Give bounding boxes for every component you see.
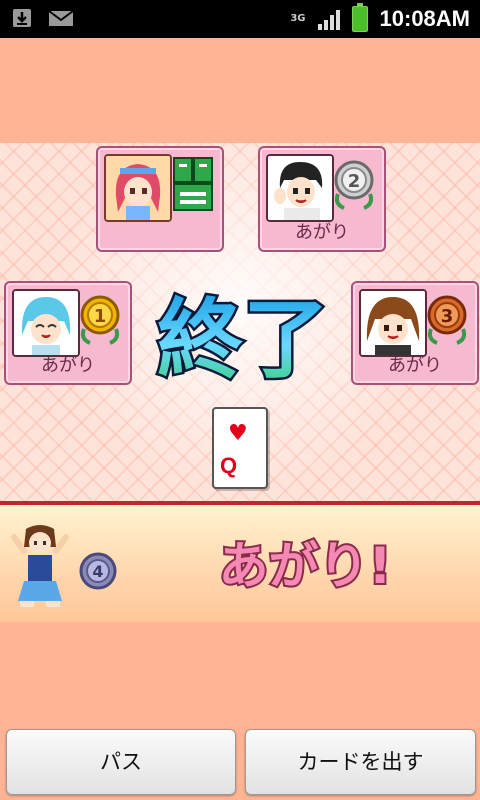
battery-icon xyxy=(351,3,368,32)
rank-number: 1 xyxy=(94,306,107,327)
opponent-panel-left: 1 あがり xyxy=(4,281,132,385)
network-type: 3G xyxy=(290,13,306,24)
rank-number: 2 xyxy=(348,171,361,192)
opponent-panel-top-left xyxy=(96,146,224,252)
opponent-avatar xyxy=(266,154,334,222)
opponent-avatar xyxy=(12,289,80,357)
opponent-avatar xyxy=(104,154,172,222)
rank-medal-icon: 3 xyxy=(425,293,469,345)
rank-number: 3 xyxy=(441,306,454,327)
opponent-avatar xyxy=(359,289,427,357)
top-band xyxy=(0,38,480,143)
self-status-label: あがり! xyxy=(219,537,392,595)
self-rank-badge: 4 xyxy=(78,551,118,591)
opponent-status: あがり xyxy=(41,355,95,376)
pass-mark-icon xyxy=(170,156,216,212)
self-status-text: あがり! xyxy=(200,525,410,601)
rank-medal-icon: 1 xyxy=(78,293,122,345)
pass-button[interactable]: パス xyxy=(6,729,236,795)
end-title-text: 終了 xyxy=(157,290,329,385)
mail-icon xyxy=(48,6,74,30)
play-card-button[interactable]: カードを出す xyxy=(245,729,476,795)
status-bar: 3G 10:08AM xyxy=(0,0,480,38)
opponent-panel-right: 3 あがり xyxy=(351,281,479,385)
opponent-status: あがり xyxy=(295,222,349,243)
game-end-title: 終了 xyxy=(148,285,338,393)
rank-medal-icon: 2 xyxy=(332,158,376,210)
opponent-status: あがり xyxy=(388,355,442,376)
download-icon xyxy=(10,6,34,30)
opponent-panel-top-right: 2 あがり xyxy=(258,146,386,252)
card-rank: Q xyxy=(220,453,238,478)
played-card: ♥ Q xyxy=(212,407,268,489)
self-avatar xyxy=(10,523,70,609)
signal-icon xyxy=(317,8,340,30)
self-player-area: 4 あがり! xyxy=(0,505,480,622)
self-rank-number: 4 xyxy=(92,562,103,581)
clock: 10:08AM xyxy=(379,6,470,31)
heart-suit-icon: ♥ xyxy=(228,421,248,446)
